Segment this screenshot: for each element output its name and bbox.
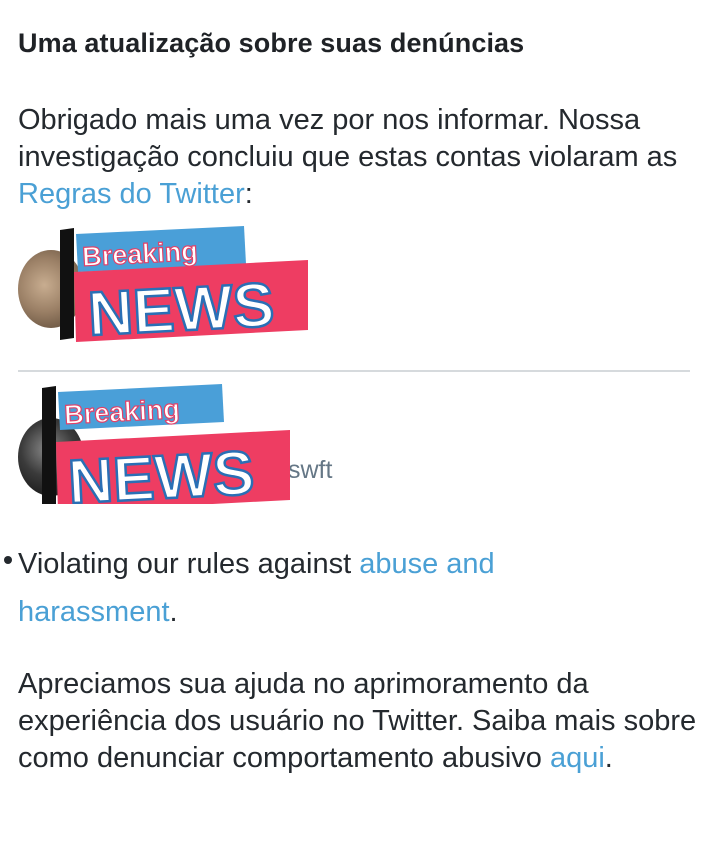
page-title: Uma atualização sobre suas denúncias: [18, 28, 525, 58]
intro-paragraph: Obrigado mais uma vez por nos informar. …: [18, 102, 708, 213]
violation-reason: Violating our rules against abuse and ha…: [18, 540, 578, 636]
intro-colon: :: [244, 178, 253, 210]
outro-paragraph: Apreciamos sua ajuda no aprimoramento da…: [18, 666, 708, 777]
learn-more-link[interactable]: aqui: [550, 742, 605, 774]
outro-end: .: [604, 742, 613, 774]
twitter-rules-link[interactable]: Regras do Twitter: [18, 178, 245, 210]
breaking-news-sticker: Breaking NEWS: [42, 384, 290, 504]
breaking-news-sticker: Breaking NEWS: [60, 226, 308, 346]
divider: [18, 370, 690, 372]
sticker-breaking-text: Breaking: [63, 394, 180, 430]
violation-end: .: [169, 596, 178, 628]
intro-text: Obrigado mais uma vez por nos informar. …: [18, 104, 678, 173]
bullet-icon: [4, 556, 12, 564]
sticker-news-text: NEWS: [87, 271, 276, 346]
violation-text: Violating our rules against: [18, 548, 360, 580]
sticker-news-text: NEWS: [67, 439, 256, 504]
account-handle: swft: [288, 456, 333, 484]
